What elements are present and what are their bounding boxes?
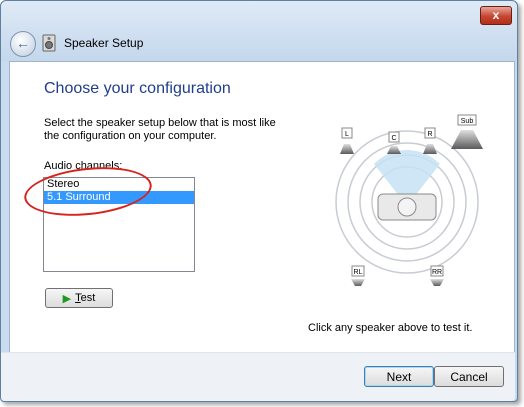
test-hint-text: Click any speaker above to test it. (308, 322, 473, 334)
play-icon: ▶ (62, 292, 72, 305)
audio-channels-list[interactable]: Stereo 5.1 Surround (43, 177, 195, 272)
speaker-rear-right[interactable]: RR (430, 265, 444, 286)
back-button[interactable]: ← (10, 31, 36, 57)
test-button[interactable]: ▶ Test (45, 288, 113, 308)
speaker-app-icon (42, 34, 56, 52)
speaker-right[interactable]: R (423, 127, 437, 154)
list-item-stereo[interactable]: Stereo (44, 178, 194, 191)
page-description: Select the speaker setup below that is m… (44, 117, 276, 142)
test-button-label: Test (75, 292, 96, 304)
speaker-diagram: L C R Sub RL RR (335, 114, 483, 286)
speaker-rear-left[interactable]: RL (351, 265, 365, 286)
page-heading: Choose your configuration (44, 80, 231, 97)
listener-icon (377, 193, 437, 221)
speaker-left[interactable]: L (340, 127, 354, 154)
back-arrow-icon: ← (16, 35, 30, 51)
svg-text:C: C (391, 135, 396, 142)
next-button[interactable]: Next (364, 366, 434, 387)
svg-text:RR: RR (432, 269, 442, 276)
audio-channels-label: Audio channels: (44, 160, 123, 172)
svg-text:R: R (427, 131, 432, 138)
cancel-button[interactable]: Cancel (434, 366, 504, 387)
close-button[interactable]: x (480, 6, 512, 25)
svg-text:RL: RL (354, 269, 363, 276)
window-title: Speaker Setup (64, 36, 144, 50)
svg-text:Sub: Sub (461, 118, 474, 125)
speaker-sub[interactable]: Sub (451, 114, 483, 149)
title-bar (1, 1, 517, 61)
svg-text:L: L (345, 131, 349, 138)
list-item-5-1-surround[interactable]: 5.1 Surround (44, 191, 194, 204)
